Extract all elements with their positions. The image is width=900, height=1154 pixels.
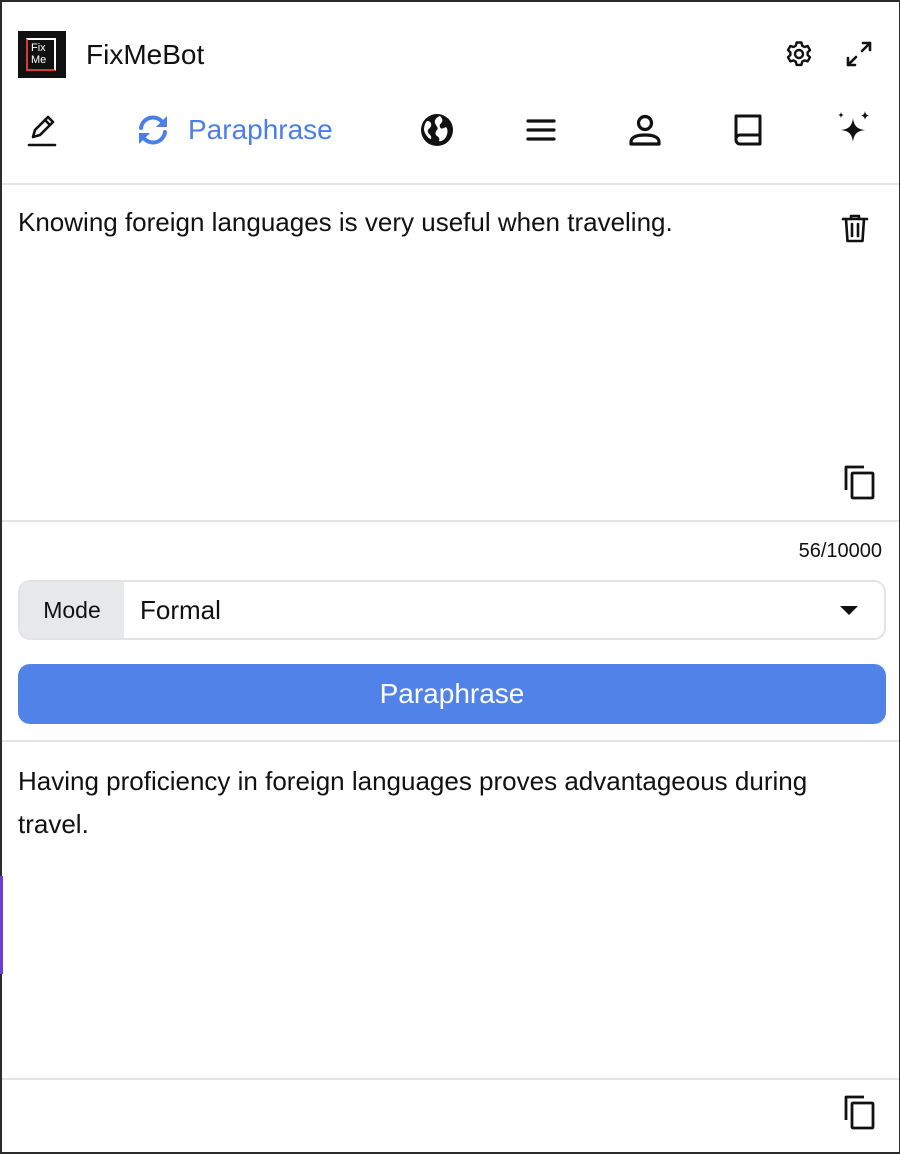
globe-icon [421, 114, 453, 146]
logo-text-1: Fix [31, 42, 46, 54]
edge-accent [0, 876, 3, 974]
book-icon [734, 114, 762, 146]
logo-text-2: Me [31, 54, 47, 66]
divider-middle [2, 520, 899, 522]
copy-icon [844, 465, 875, 500]
trash-icon [841, 214, 869, 243]
mode-selected-value: Formal [140, 594, 221, 625]
tool-tabs: Paraphrase [0, 100, 900, 162]
pen-underline-icon [27, 115, 57, 147]
expand-arrows-icon [846, 41, 872, 67]
tab-paraphrase[interactable]: Paraphrase [134, 108, 333, 152]
tab-proofread[interactable] [26, 108, 60, 152]
lines-icon [526, 119, 556, 141]
tab-persona[interactable] [627, 108, 663, 152]
tab-translate[interactable] [419, 108, 455, 152]
paraphrase-button[interactable]: Paraphrase [18, 664, 886, 724]
clear-button[interactable] [837, 210, 873, 246]
copy-icon [844, 1095, 875, 1130]
mode-dropdown[interactable]: Formal [124, 582, 884, 638]
chevron-down-icon [840, 606, 858, 615]
output-text: Having proficiency in foreign languages … [18, 766, 808, 839]
tab-summarize[interactable] [524, 108, 558, 152]
tab-paraphrase-label: Paraphrase [188, 114, 333, 145]
divider-output [2, 740, 899, 742]
sparkles-icon [838, 111, 869, 142]
person-icon [629, 114, 661, 146]
char-count: 56/10000 [798, 540, 882, 562]
divider-bottom [2, 1078, 899, 1080]
gear-icon [786, 41, 812, 67]
refresh-arrows-icon [139, 115, 167, 145]
paraphrase-button-label: Paraphrase [379, 678, 525, 709]
mode-label: Mode [20, 582, 124, 638]
expand-button[interactable] [843, 38, 875, 70]
input-textarea[interactable]: Knowing foreign languages is very useful… [18, 204, 818, 240]
divider-top [2, 183, 899, 185]
header: Fix Me FixMeBot [0, 0, 900, 108]
window-frame [0, 0, 900, 1154]
tab-ai[interactable] [834, 108, 872, 152]
app-title: FixMeBot [86, 39, 205, 70]
copy-output-button[interactable] [842, 1094, 878, 1130]
tab-dictionary[interactable] [731, 108, 767, 152]
settings-button[interactable] [783, 38, 815, 70]
mode-select-group: Mode Formal [18, 580, 886, 640]
copy-input-button[interactable] [842, 464, 878, 500]
app-logo: Fix Me [18, 31, 66, 78]
